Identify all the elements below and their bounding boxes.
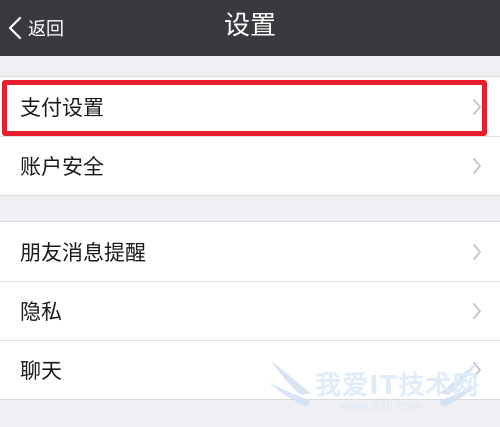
settings-item-friend-notifications[interactable]: 朋友消息提醒 [0, 222, 500, 281]
chevron-right-icon [473, 158, 481, 174]
chevron-right-icon [473, 303, 481, 319]
chevron-right-icon [473, 243, 481, 260]
watermark-text: 我爱IT技术网 [315, 371, 480, 401]
settings-item-label: 聊天 [20, 359, 62, 383]
settings-group-account: 支付设置 账户安全 [0, 76, 500, 196]
page-title: 设置 [223, 11, 276, 41]
settings-item-label: 朋友消息提醒 [20, 240, 146, 265]
settings-item-label: 支付设置 [20, 95, 104, 120]
watermark: 我爱IT技术网 www.52ij.com [267, 353, 482, 423]
settings-item-label: 隐私 [20, 300, 62, 324]
settings-item-account-security[interactable]: 账户安全 [0, 136, 500, 195]
settings-item-privacy[interactable]: 隐私 [0, 281, 500, 340]
watermark-url: www.52ij.com [339, 399, 423, 413]
settings-item-payment[interactable]: 支付设置 [0, 77, 500, 136]
chevron-right-icon [473, 98, 481, 115]
navigation-bar: 返回 设置 [0, 0, 500, 56]
settings-item-label: 账户安全 [20, 155, 104, 179]
